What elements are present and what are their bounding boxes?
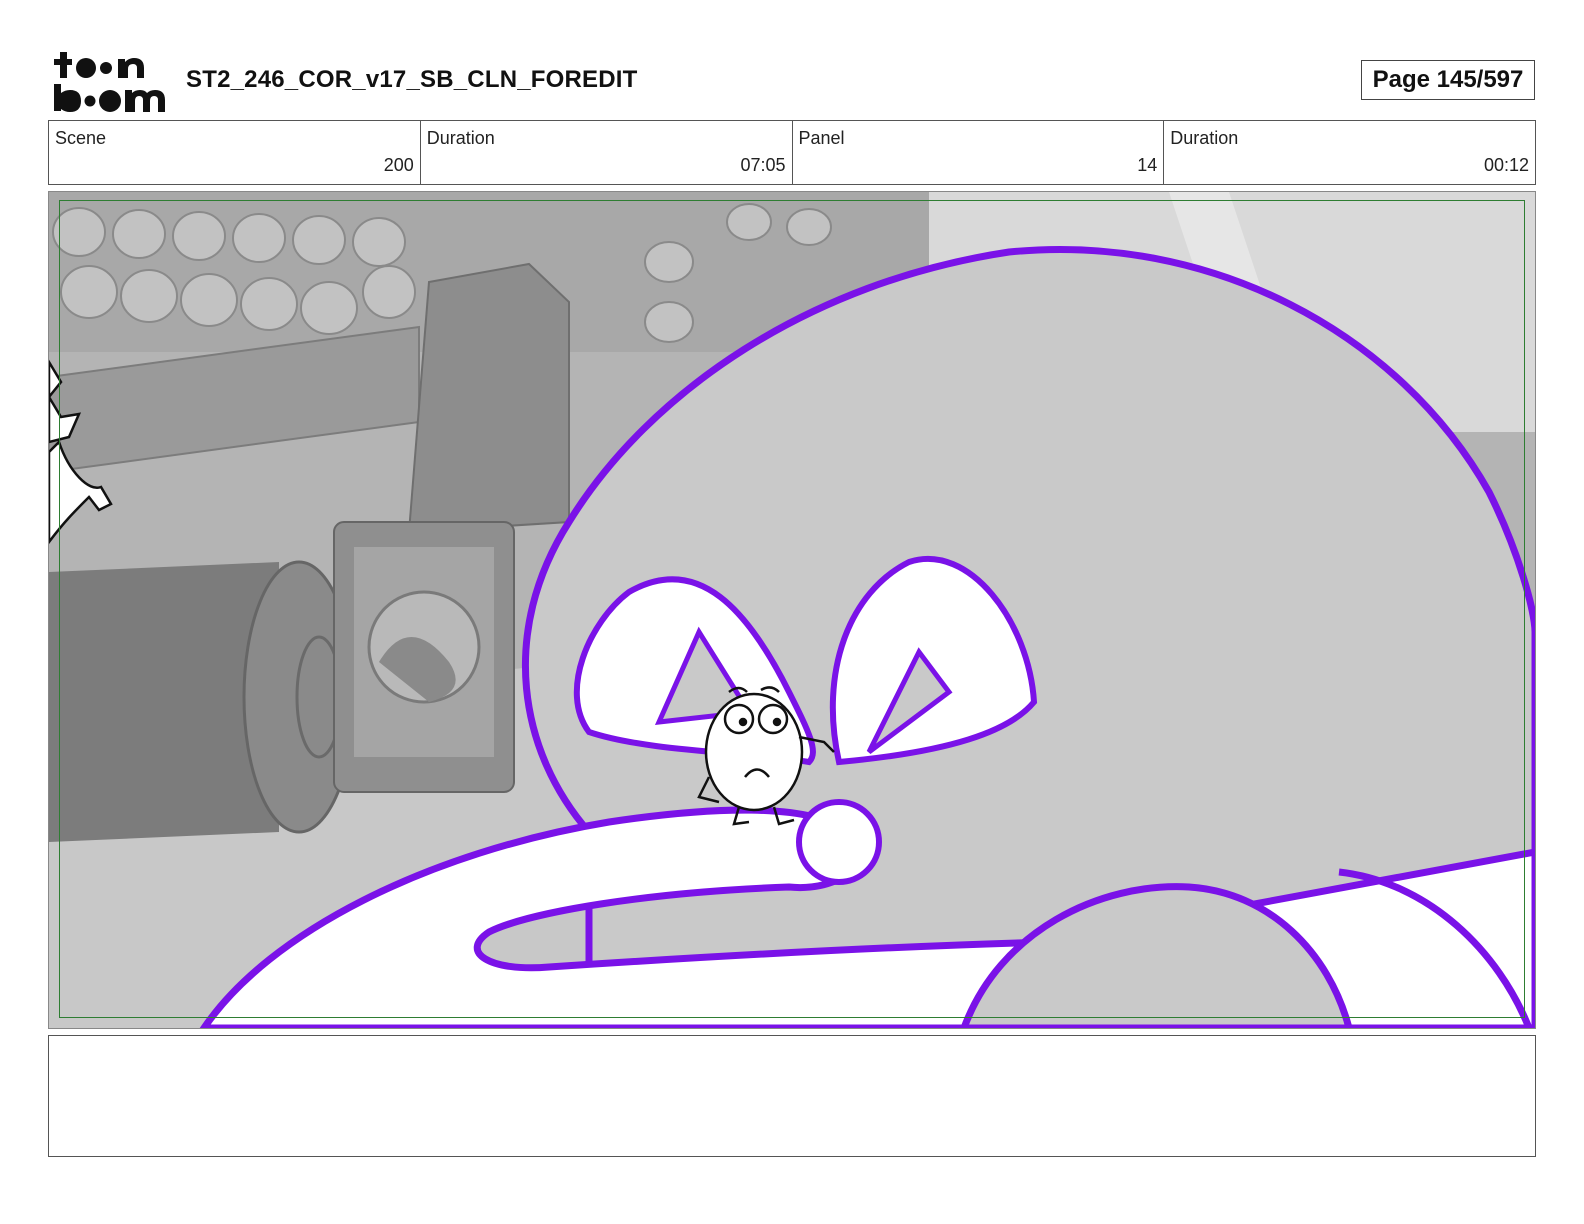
panel-cell: Panel 14: [793, 121, 1165, 184]
panel-info-table: Scene 200 Duration 07:05 Panel 14 Durati…: [48, 120, 1536, 185]
panel-duration-label: Duration: [1170, 128, 1239, 148]
document-title: ST2_246_COR_v17_SB_CLN_FOREDIT: [186, 66, 638, 93]
panel-notes-box: [48, 1035, 1536, 1157]
storyboard-drawing: [49, 192, 1535, 1028]
toon-boom-logo: [54, 52, 165, 112]
scene-duration-cell: Duration 07:05: [421, 121, 793, 184]
panel-label: Panel: [798, 128, 845, 148]
scene-duration-value: 07:05: [740, 155, 786, 175]
scene-value: 200: [383, 155, 414, 175]
panel-duration-cell: Duration 00:12: [1164, 121, 1535, 184]
panel-duration-value: 00:12: [1483, 155, 1529, 175]
scene-label: Scene: [55, 128, 107, 148]
scene-cell: Scene 200: [49, 121, 421, 184]
panel-value: 14: [1137, 155, 1158, 175]
page-indicator: Page 145/597: [1361, 60, 1535, 100]
storyboard-panel-image: [48, 191, 1536, 1029]
scene-duration-label: Duration: [426, 128, 495, 148]
